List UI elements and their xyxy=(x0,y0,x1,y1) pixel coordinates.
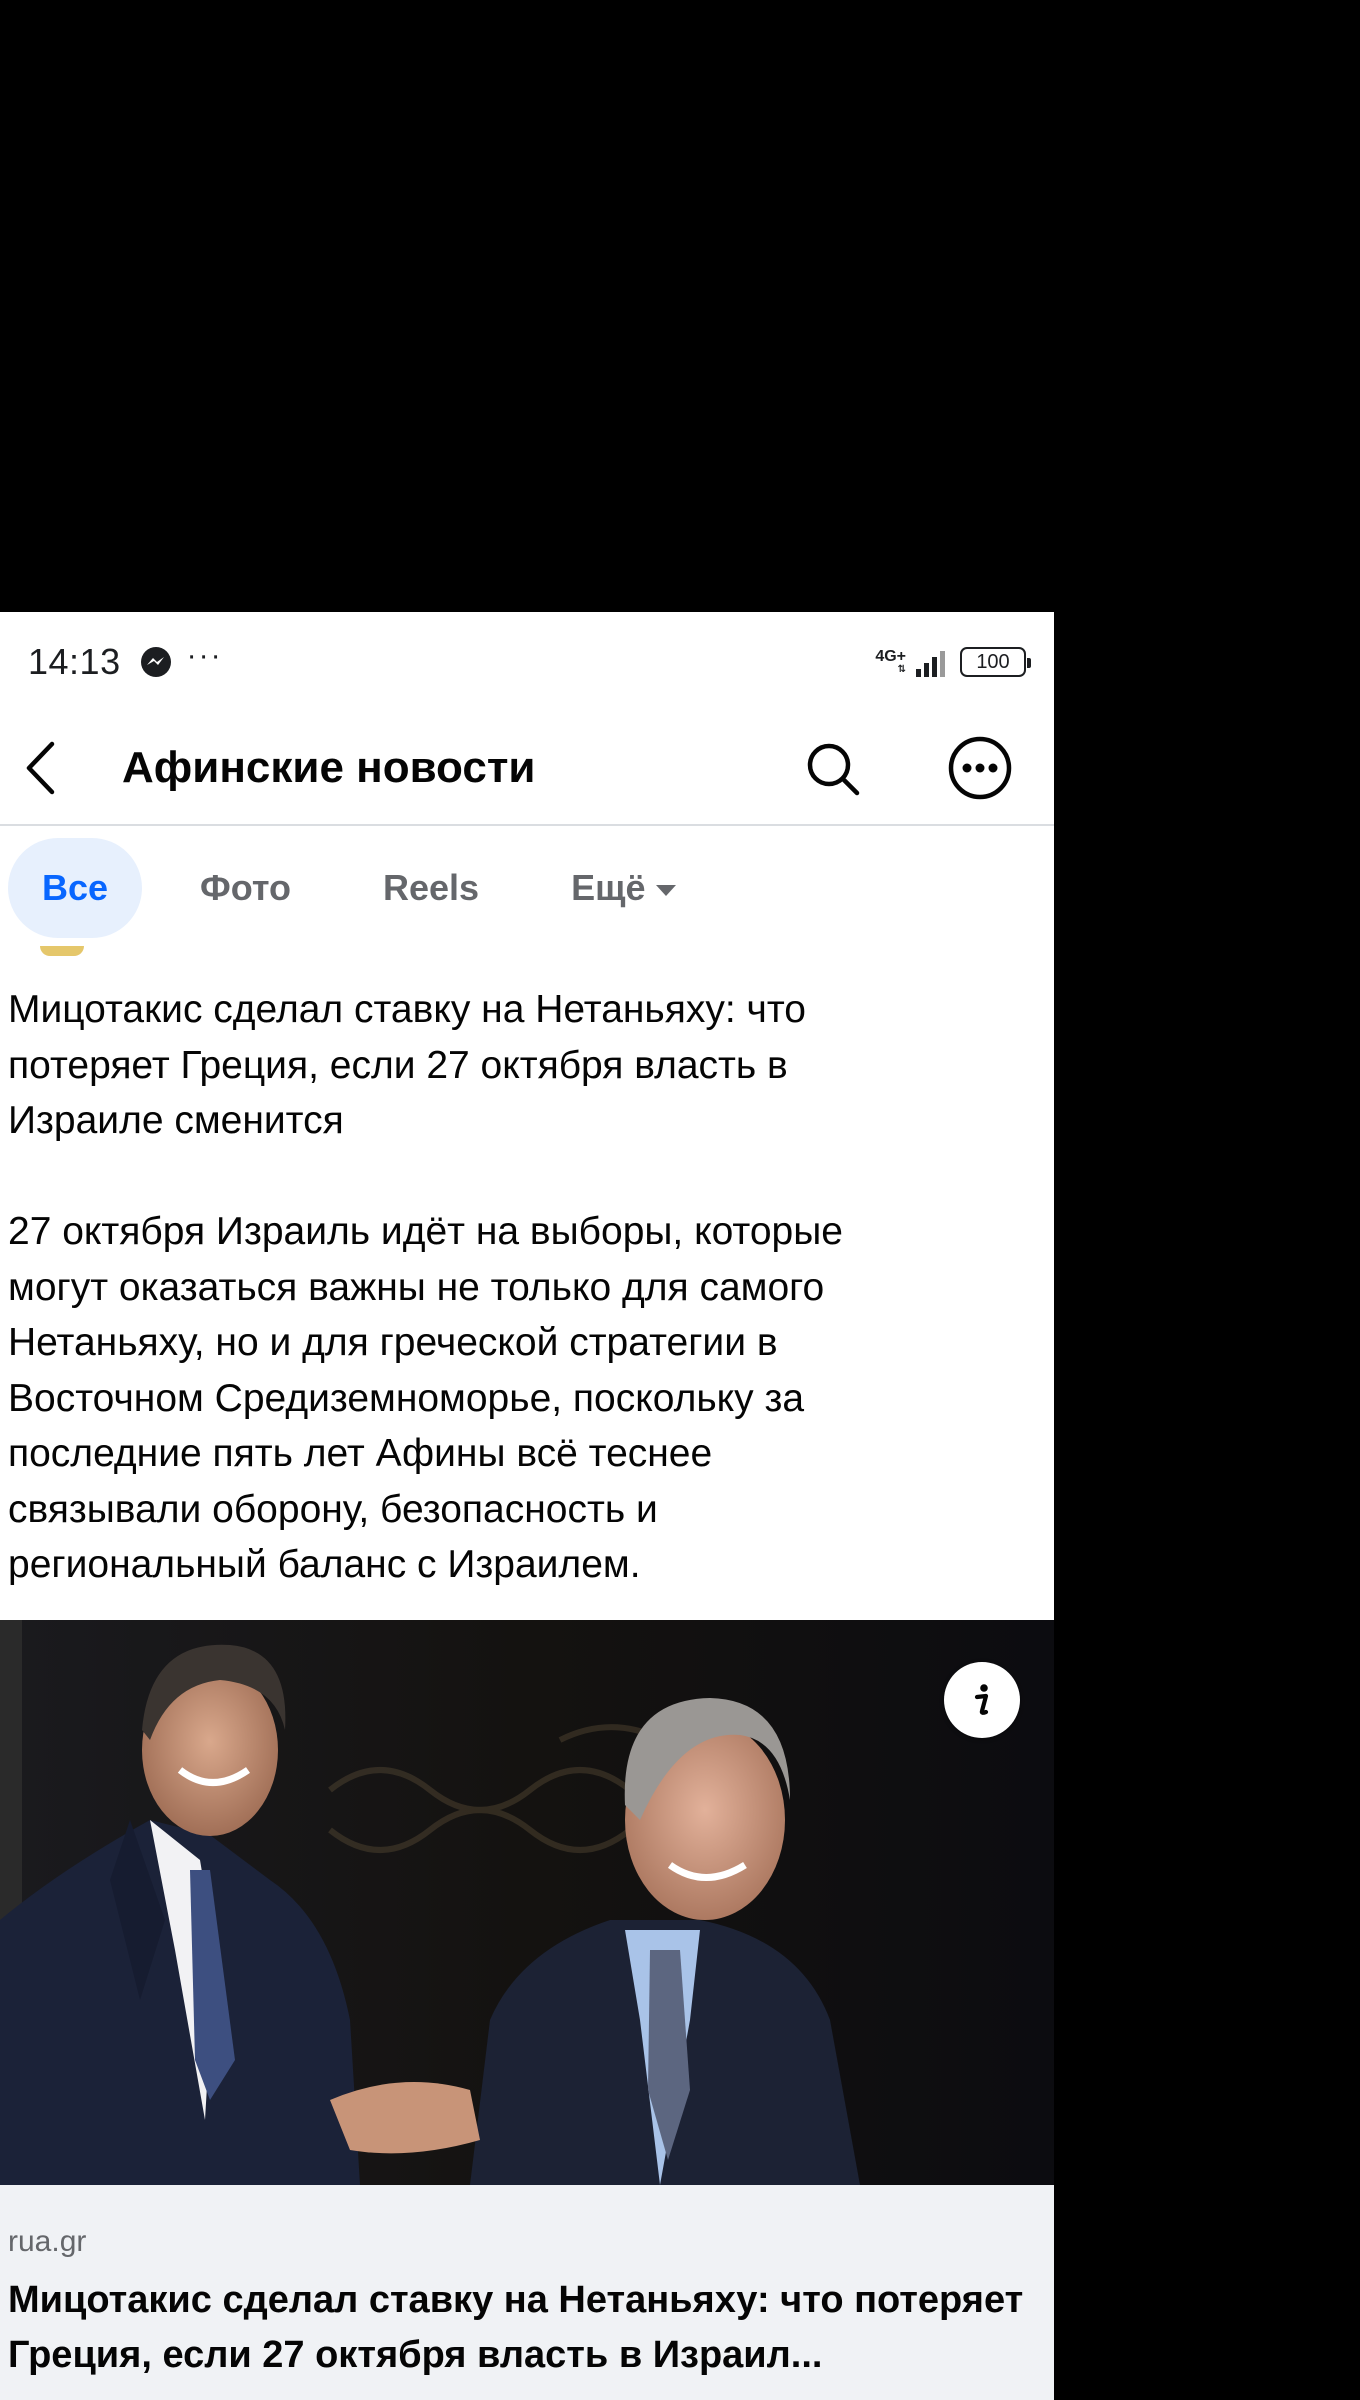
link-domain: rua.gr xyxy=(8,2225,87,2258)
tab-label: Все xyxy=(42,867,109,908)
network-label: 4G+ ⇅ xyxy=(875,649,906,675)
battery-level: 100 xyxy=(976,650,1010,673)
avatar xyxy=(40,946,84,956)
page-header: Афинские новости xyxy=(0,712,1054,826)
link-title: Мицотакис сделал ставку на Нетаньяху: чт… xyxy=(8,2279,1024,2376)
post-text: Мицотакис сделал ставку на Нетаньяху: чт… xyxy=(8,988,843,1586)
phone-screen: 14:13 ··· 4G+ ⇅ 100 Афинские новости Все… xyxy=(0,612,1054,2400)
signal-icon xyxy=(916,651,945,677)
more-options-icon xyxy=(948,736,1012,800)
link-preview[interactable]: rua.gr Мицотакис сделал ставку на Нетань… xyxy=(0,2185,1054,2400)
filter-tabs: Все Фото Reels Ещё xyxy=(0,828,1054,948)
tab-all[interactable]: Все xyxy=(8,838,143,938)
tab-label: Ещё xyxy=(571,867,646,908)
messenger-icon xyxy=(140,647,171,677)
back-arrow-icon xyxy=(26,741,55,795)
caret-down-icon xyxy=(655,884,676,896)
status-more-icon: ··· xyxy=(186,639,223,672)
network-type: 4G+ xyxy=(875,648,906,665)
photo-two-leaders-handshake xyxy=(0,1620,1054,2185)
info-button[interactable] xyxy=(944,1662,1020,1738)
battery-icon: 100 xyxy=(960,647,1031,677)
post-image[interactable] xyxy=(0,1620,1054,2185)
status-time: 14:13 xyxy=(28,641,121,682)
tab-label: Reels xyxy=(383,867,480,908)
data-arrows-icon: ⇅ xyxy=(897,664,906,675)
tab-photo[interactable]: Фото xyxy=(166,838,325,938)
info-icon xyxy=(974,1684,989,1715)
back-button[interactable] xyxy=(0,712,80,824)
search-icon xyxy=(807,743,860,796)
tab-label: Фото xyxy=(200,867,292,908)
page-title: Афинские новости xyxy=(122,743,536,792)
search-button[interactable] xyxy=(800,736,866,802)
status-indicators: 4G+ ⇅ 100 xyxy=(875,647,1031,677)
tab-reels[interactable]: Reels xyxy=(349,838,513,938)
more-options-button[interactable] xyxy=(944,732,1016,804)
tab-more[interactable]: Ещё xyxy=(537,838,709,938)
status-bar: 14:13 ··· 4G+ ⇅ 100 xyxy=(0,612,1054,712)
